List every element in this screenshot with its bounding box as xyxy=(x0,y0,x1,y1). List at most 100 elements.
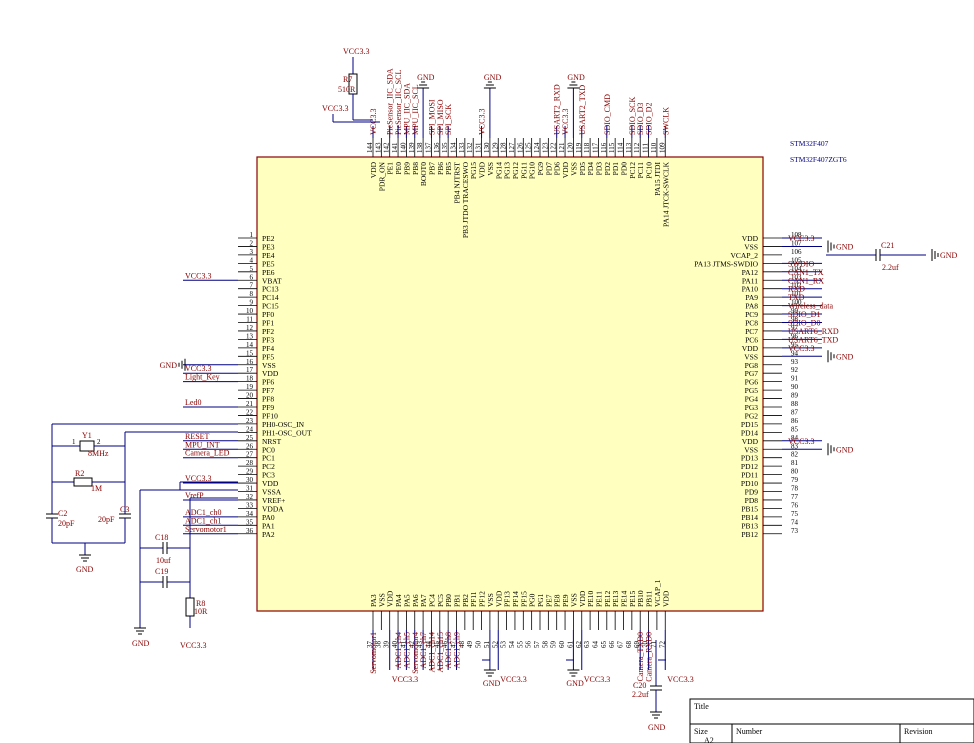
title-block: Title Size A2 Number Revision xyxy=(689,698,974,743)
net-label: VCC3.3 xyxy=(788,437,814,446)
pin-number: 85 xyxy=(791,425,799,433)
net-label: SDIO_CMD xyxy=(603,94,612,135)
pin-name: PA14 JTCK-SWCLK xyxy=(661,161,670,227)
pin-number: 18 xyxy=(246,375,254,383)
r7-ref: R7 xyxy=(343,75,352,84)
pin-number: 124 xyxy=(533,142,541,153)
c21-gnd-label: GND xyxy=(940,251,958,260)
net-label: VCC3.3 xyxy=(788,344,814,353)
pin-number: 67 xyxy=(617,641,625,649)
net-label: MPU_IIC_SCL xyxy=(411,84,420,135)
pin-number: 82 xyxy=(791,451,799,459)
net-label: Camera_LED xyxy=(185,449,230,458)
pin-number: 93 xyxy=(791,358,799,366)
pin-number: 31 xyxy=(246,485,254,493)
c2-value: 20pF xyxy=(58,519,75,528)
pin-number: 88 xyxy=(791,400,799,408)
net-label: GND xyxy=(566,679,584,688)
pin-number: 1 xyxy=(250,231,254,239)
r2-ref: R2 xyxy=(75,469,84,478)
pin-number: 16 xyxy=(246,358,254,366)
pin-number: 14 xyxy=(246,341,254,349)
pin-number: 115 xyxy=(608,142,616,153)
pin-number: 87 xyxy=(791,408,799,416)
net-label: VCC3.3 xyxy=(185,271,211,280)
net-label: GND xyxy=(417,73,435,82)
net-label: USART2_TXD xyxy=(578,85,587,135)
pin-number: 86 xyxy=(791,417,799,425)
gnd-symbol xyxy=(827,240,835,253)
pin143-supply: VCC3.3 xyxy=(322,104,348,113)
pin-number: 49 xyxy=(466,641,474,649)
gnd-symbol xyxy=(483,81,496,89)
pin-number: 19 xyxy=(246,383,254,391)
r8-supply: VCC3.3 xyxy=(180,641,206,650)
pin-number: 55 xyxy=(516,641,524,649)
number-label: Number xyxy=(736,727,763,736)
gnd-symbol xyxy=(79,554,91,562)
mcu-family-label: STM32F407 xyxy=(790,139,829,148)
pin-number: 141 xyxy=(391,142,399,153)
pin-number: 89 xyxy=(791,392,799,400)
y1-pin2: 2 xyxy=(97,438,101,446)
pin-number: 138 xyxy=(416,142,424,153)
pin-number: 90 xyxy=(791,383,799,391)
pin-number: 63 xyxy=(583,641,591,649)
pin-number: 4 xyxy=(250,256,254,264)
pin-number: 53 xyxy=(500,641,508,649)
pin-number: 117 xyxy=(591,142,599,153)
net-label: GND xyxy=(836,352,854,361)
pin-number: 128 xyxy=(500,142,508,153)
pin-number: 122 xyxy=(550,142,558,153)
pin-number: 58 xyxy=(541,641,549,649)
pin-number: 12 xyxy=(246,324,254,332)
pin-number: 116 xyxy=(600,142,608,153)
pin-name: VDD xyxy=(661,590,670,607)
net-label: VCC3.3 xyxy=(392,675,418,684)
pin-number: 50 xyxy=(475,641,483,649)
mcu-chip: STM32F407 STM32F407ZGT6 xyxy=(256,139,847,612)
schematic: STM32F407 STM32F407ZGT6 1 PE22 PE33 PE44 PE5… xyxy=(46,47,974,743)
net-label: GND xyxy=(483,679,501,688)
pin-number: 27 xyxy=(246,451,254,459)
net-label: GND xyxy=(160,361,178,370)
pin-number: 139 xyxy=(408,142,416,153)
gnd-symbol xyxy=(650,711,662,719)
net-label: VCC3.3 xyxy=(500,675,526,684)
gnd-symbol xyxy=(567,669,580,677)
pin-number: 135 xyxy=(441,142,449,153)
net-label: VCC3.3 xyxy=(561,109,570,135)
net-label: GND xyxy=(836,445,854,454)
pin-number: 137 xyxy=(424,142,432,153)
pin-number: 123 xyxy=(541,142,549,153)
pin-number: 28 xyxy=(246,459,254,467)
net-label: VCC3.3 xyxy=(788,234,814,243)
net-label: Servomotor1 xyxy=(369,632,378,674)
pin-number: 134 xyxy=(450,142,458,153)
r7-value: 510R xyxy=(338,85,356,94)
mcu-part-label: STM32F407ZGT6 xyxy=(790,155,847,164)
r8-value: 10R xyxy=(194,607,208,616)
c18-value: 10uf xyxy=(156,556,171,565)
pin-name: PB12 xyxy=(741,530,758,539)
pin-number: 126 xyxy=(516,142,524,153)
revision-label: Revision xyxy=(904,727,932,736)
r8-body xyxy=(185,597,195,617)
pin-number: 56 xyxy=(525,641,533,649)
pin-number: 73 xyxy=(791,527,799,535)
net-label: VCC3.3 xyxy=(667,675,693,684)
net-label: VCC3.3 xyxy=(584,675,610,684)
pin-number: 7 xyxy=(250,282,254,290)
net-label: Servomotor1 xyxy=(185,525,227,534)
pin-number: 92 xyxy=(791,366,799,374)
pin-number: 17 xyxy=(246,366,254,374)
pin-number: 106 xyxy=(791,248,802,256)
pin-number: 143 xyxy=(374,142,382,153)
pin-number: 68 xyxy=(625,641,633,649)
pin-number: 26 xyxy=(246,442,254,450)
c19-ref: C19 xyxy=(155,567,168,576)
pin-number: 75 xyxy=(791,510,799,518)
pin-number: 5 xyxy=(250,265,254,273)
pin-number: 111 xyxy=(642,143,650,153)
crystal-gnd-label: GND xyxy=(76,565,94,574)
